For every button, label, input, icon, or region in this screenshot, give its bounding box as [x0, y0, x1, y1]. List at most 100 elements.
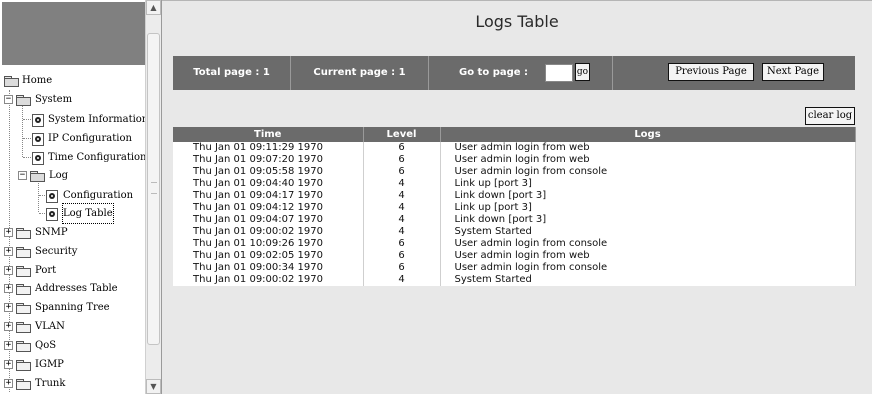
expand-icon[interactable]: +	[4, 378, 13, 388]
table-row: Thu Jan 01 09:07:20 1970 6 User admin lo…	[173, 154, 856, 166]
cell-time: Thu Jan 01 09:00:34 1970	[173, 262, 364, 274]
collapse-icon[interactable]: −	[4, 94, 13, 104]
folder-icon	[16, 284, 31, 295]
folder-icon	[16, 341, 31, 352]
cell-level: 4	[363, 190, 441, 202]
cell-log: User admin login from web	[440, 250, 856, 262]
tree-line	[39, 195, 45, 196]
folder-icon	[16, 322, 31, 333]
frame-border	[162, 0, 872, 1]
clear-log-button[interactable]: clear log	[805, 107, 855, 125]
table-row: Thu Jan 01 09:04:40 1970 4 Link up [port…	[173, 178, 856, 190]
tree-item-label: Time Configuration	[48, 152, 147, 163]
page-icon	[32, 133, 44, 146]
expand-icon[interactable]: +	[4, 302, 13, 312]
table-row: Thu Jan 01 09:00:02 1970 4 System Starte…	[173, 226, 856, 238]
table-row: Thu Jan 01 10:09:26 1970 6 User admin lo…	[173, 238, 856, 250]
cell-level: 6	[363, 250, 441, 262]
cell-time: Thu Jan 01 09:11:29 1970	[173, 142, 364, 154]
expand-icon[interactable]: +	[4, 265, 13, 275]
folder-open-icon	[16, 95, 31, 106]
cell-level: 4	[363, 274, 441, 286]
expand-icon[interactable]: +	[4, 227, 13, 237]
previous-page-button[interactable]: Previous Page	[668, 63, 754, 81]
cell-level: 4	[363, 226, 441, 238]
next-page-button[interactable]: Next Page	[762, 63, 824, 81]
cell-log: User admin login from web	[440, 142, 856, 154]
tree-item-label: Home	[22, 75, 53, 86]
scroll-grip-icon	[151, 182, 157, 194]
tree-line	[23, 157, 31, 158]
table-row: Thu Jan 01 09:00:02 1970 4 System Starte…	[173, 274, 856, 286]
table-row: Thu Jan 01 09:05:58 1970 6 User admin lo…	[173, 166, 856, 178]
column-header-level: Level	[363, 127, 441, 142]
expand-icon[interactable]: +	[4, 246, 13, 256]
tree-item-label: QoS	[35, 340, 57, 351]
cell-level: 4	[363, 214, 441, 226]
expand-icon[interactable]: +	[4, 359, 13, 369]
tree-item-label: System Information	[48, 114, 149, 125]
folder-icon	[16, 360, 31, 371]
tree-item-label: Port	[35, 265, 57, 276]
table-row: Thu Jan 01 09:11:29 1970 6 User admin lo…	[173, 142, 856, 154]
cell-time: Thu Jan 01 10:09:26 1970	[173, 238, 364, 250]
cell-log: Link up [port 3]	[440, 178, 856, 190]
cell-level: 6	[363, 154, 441, 166]
logs-table: Time Level Logs Thu Jan 01 09:11:29 1970…	[173, 127, 856, 286]
table-row: Thu Jan 01 09:04:17 1970 4 Link down [po…	[173, 190, 856, 202]
page-icon	[32, 152, 44, 165]
tree-item-label: System	[35, 94, 73, 105]
cell-log: User admin login from console	[440, 166, 856, 178]
cell-time: Thu Jan 01 09:04:40 1970	[173, 178, 364, 190]
total-page-label: Total page : 1	[173, 56, 291, 90]
left-nav-frame: Home − System System Information IP Conf…	[0, 0, 162, 394]
scroll-down-arrow-icon[interactable]: ▼	[146, 379, 161, 394]
cell-level: 4	[363, 202, 441, 214]
folder-open-icon	[4, 76, 19, 87]
cell-time: Thu Jan 01 09:02:05 1970	[173, 250, 364, 262]
tree-line	[38, 181, 39, 212]
expand-icon[interactable]: +	[4, 340, 13, 350]
table-row: Thu Jan 01 09:02:05 1970 6 User admin lo…	[173, 250, 856, 262]
pagination-bar: Total page : 1 Current page : 1 Go to pa…	[173, 56, 855, 90]
scroll-up-arrow-icon[interactable]: ▲	[146, 0, 161, 15]
cell-log: User admin login from console	[440, 238, 856, 250]
tree-line	[39, 213, 45, 214]
goto-page-input[interactable]	[545, 64, 573, 82]
logo-placeholder	[2, 2, 145, 65]
folder-icon	[16, 379, 31, 390]
scroll-thumb[interactable]	[147, 33, 160, 345]
cell-log: Link down [port 3]	[440, 214, 856, 226]
expand-icon[interactable]: +	[4, 321, 13, 331]
cell-time: Thu Jan 01 09:00:02 1970	[173, 226, 364, 238]
cell-level: 6	[363, 142, 441, 154]
page-icon	[32, 114, 44, 127]
cell-log: System Started	[440, 226, 856, 238]
cell-level: 4	[363, 178, 441, 190]
tree-item-label: VLAN	[35, 321, 65, 332]
expand-icon[interactable]: +	[4, 283, 13, 293]
current-page-label: Current page : 1	[291, 56, 429, 90]
content-frame: Logs Table Total page : 1 Current page :…	[162, 0, 872, 394]
tree-item-label: Addresses Table	[35, 283, 118, 294]
cell-level: 6	[363, 238, 441, 250]
folder-icon	[16, 228, 31, 239]
collapse-icon[interactable]: −	[18, 170, 27, 180]
column-header-time: Time	[173, 127, 364, 142]
tree-item-label: Log	[49, 170, 69, 181]
cell-time: Thu Jan 01 09:04:07 1970	[173, 214, 364, 226]
folder-icon	[16, 247, 31, 258]
cell-time: Thu Jan 01 09:00:02 1970	[173, 274, 364, 286]
go-button[interactable]: go	[575, 63, 590, 81]
tree-item-label: SNMP	[35, 227, 68, 238]
cell-log: User admin login from console	[440, 262, 856, 274]
cell-time: Thu Jan 01 09:05:58 1970	[173, 166, 364, 178]
tree-item-label: Configuration	[63, 190, 134, 201]
tree-item-label: Security	[35, 246, 78, 257]
tree-item-label: Spanning Tree	[35, 302, 110, 313]
vertical-scrollbar[interactable]: ▲ ▼	[145, 0, 161, 394]
cell-time: Thu Jan 01 09:07:20 1970	[173, 154, 364, 166]
cell-log: System Started	[440, 274, 856, 286]
table-row: Thu Jan 01 09:04:07 1970 4 Link down [po…	[173, 214, 856, 226]
tree-item-label: IGMP	[35, 359, 64, 370]
